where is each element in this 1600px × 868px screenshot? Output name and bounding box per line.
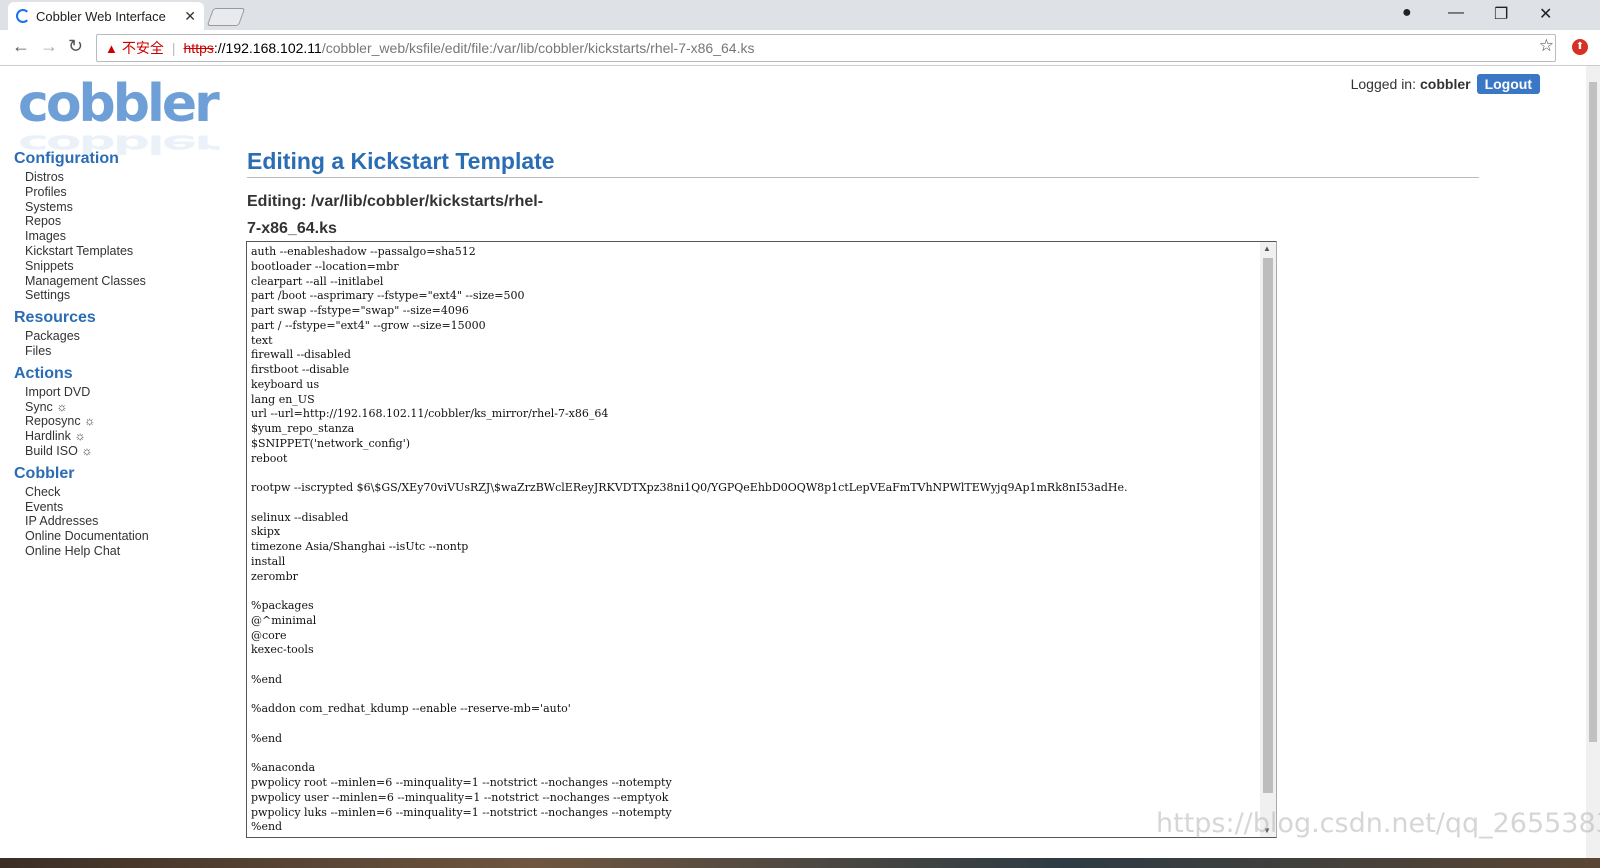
not-secure-label[interactable]: 不安全: [122, 38, 164, 58]
url-scheme: https: [183, 40, 214, 56]
desktop-background-strip: [0, 858, 1600, 868]
minimize-icon[interactable]: —: [1448, 4, 1464, 22]
sidebar-item-build-iso[interactable]: Build ISO ☼: [14, 444, 214, 459]
loading-spinner-icon: [16, 9, 30, 23]
sidebar-item-profiles[interactable]: Profiles: [14, 185, 214, 200]
sidebar-heading-configuration: Configuration: [14, 150, 119, 167]
page-scrollbar-thumb[interactable]: [1589, 82, 1597, 742]
account-icon[interactable]: ●: [1402, 4, 1412, 22]
kickstart-editor-textarea[interactable]: auth --enableshadow --passalgo=sha512 bo…: [246, 241, 1277, 838]
reload-icon[interactable]: ↻: [68, 36, 83, 57]
sidebar-item-ip-addresses[interactable]: IP Addresses: [14, 514, 214, 529]
bookmark-star-icon[interactable]: ☆: [1539, 36, 1554, 56]
logo-text: cobbler: [18, 74, 220, 134]
sidebar-item-kickstart-templates[interactable]: Kickstart Templates: [14, 244, 214, 259]
username: cobbler: [1420, 76, 1471, 92]
sidebar-item-packages[interactable]: Packages: [14, 329, 214, 344]
sidebar-heading-cobbler: Cobbler: [14, 464, 75, 482]
url-path: /cobbler_web/ksfile/edit/file:/var/lib/c…: [321, 40, 755, 56]
editor-content[interactable]: auth --enableshadow --passalgo=sha512 bo…: [247, 242, 1276, 835]
url-host: ://192.168.102.11: [213, 40, 322, 56]
sidebar-heading-resources: Resources: [14, 309, 96, 327]
sidebar: Configuration Distros Profiles Systems R…: [14, 146, 214, 559]
tab-close-icon[interactable]: ✕: [184, 8, 196, 25]
forward-icon[interactable]: →: [40, 36, 58, 57]
browser-tab[interactable]: Cobbler Web Interface ✕: [8, 2, 204, 30]
sidebar-item-online-help-chat[interactable]: Online Help Chat: [14, 544, 214, 559]
page-content: cobbler cobbler Logged in: cobbler Logou…: [0, 66, 1586, 858]
editor-scrollbar-thumb[interactable]: [1263, 258, 1273, 793]
watermark: https://blog.csdn.net/qq_26553835: [1156, 808, 1600, 839]
sidebar-item-management-classes[interactable]: Management Classes: [14, 274, 214, 289]
editor-scrollbar[interactable]: ▲ ▼: [1260, 242, 1276, 837]
editing-line-1: Editing: /var/lib/cobbler/kickstarts/rhe…: [247, 193, 544, 210]
scroll-up-icon[interactable]: ▲: [1263, 244, 1271, 253]
browser-tab-strip: Cobbler Web Interface ✕ ● — ❐ ✕: [0, 0, 1600, 30]
sidebar-item-reposync[interactable]: Reposync ☼: [14, 414, 214, 429]
sidebar-heading-actions: Actions: [14, 364, 73, 382]
main-panel: Editing a Kickstart Template Editing: /v…: [247, 148, 1479, 242]
extension-icon[interactable]: ⬆: [1572, 39, 1588, 55]
editing-line-2: 7-x86_64.ks: [247, 220, 337, 237]
cobbler-logo[interactable]: cobbler cobbler: [18, 74, 220, 159]
sidebar-item-repos[interactable]: Repos: [14, 214, 214, 229]
sidebar-item-online-documentation[interactable]: Online Documentation: [14, 529, 214, 544]
address-bar[interactable]: ▲ 不安全 | https ://192.168.102.11 /cobbler…: [96, 34, 1556, 62]
sidebar-item-sync[interactable]: Sync ☼: [14, 400, 214, 415]
sidebar-item-events[interactable]: Events: [14, 500, 214, 515]
sidebar-item-systems[interactable]: Systems: [14, 200, 214, 215]
page-scrollbar[interactable]: [1586, 66, 1600, 858]
sidebar-item-images[interactable]: Images: [14, 229, 214, 244]
login-status: Logged in: cobbler Logout: [1351, 74, 1540, 94]
new-tab-button[interactable]: [206, 8, 246, 26]
sidebar-item-check[interactable]: Check: [14, 485, 214, 500]
window-close-icon[interactable]: ✕: [1539, 4, 1552, 24]
browser-toolbar: ← → ↻ ▲ 不安全 | https ://192.168.102.11 /c…: [0, 30, 1600, 66]
back-icon[interactable]: ←: [12, 36, 30, 57]
warning-icon: ▲: [105, 40, 118, 56]
page-title: Editing a Kickstart Template: [247, 148, 1479, 178]
sidebar-item-files[interactable]: Files: [14, 344, 214, 359]
editing-filename: Editing: /var/lib/cobbler/kickstarts/rhe…: [247, 188, 547, 242]
sidebar-item-snippets[interactable]: Snippets: [14, 259, 214, 274]
logged-in-label: Logged in:: [1350, 76, 1416, 92]
restore-icon[interactable]: ❐: [1494, 4, 1508, 24]
sidebar-item-distros[interactable]: Distros: [14, 170, 214, 185]
tab-title: Cobbler Web Interface: [36, 8, 166, 24]
sidebar-item-settings[interactable]: Settings: [14, 288, 214, 303]
sidebar-item-hardlink[interactable]: Hardlink ☼: [14, 429, 214, 444]
logout-button[interactable]: Logout: [1476, 74, 1540, 94]
sidebar-item-import-dvd[interactable]: Import DVD: [14, 385, 214, 400]
separator: |: [171, 40, 176, 56]
